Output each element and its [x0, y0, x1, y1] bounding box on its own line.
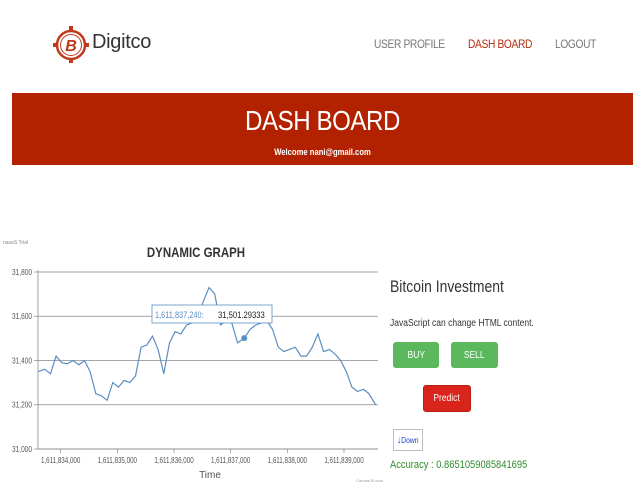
y-tick-label: 31,400: [12, 356, 32, 366]
brand-name[interactable]: Digitco: [92, 31, 151, 54]
nav-dash-board[interactable]: DASH BOARD: [468, 37, 532, 51]
highlight-point: [241, 335, 248, 342]
x-tick-label: 1,611,837,000: [211, 456, 250, 465]
y-tick-label: 31,800: [12, 267, 32, 277]
js-message: JavaScript can change HTML content.: [390, 318, 534, 329]
y-tick-label: 31,200: [12, 400, 32, 410]
predict-button[interactable]: Predict: [423, 385, 471, 412]
y-tick-label: 31,600: [12, 312, 32, 322]
x-axis-label: Time: [199, 470, 221, 481]
x-tick-label: 1,611,836,000: [154, 456, 193, 465]
chart-title: DYNAMIC GRAPH: [147, 244, 245, 260]
navbar: B Digitco USER PROFILE DASH BOARD LOGOUT: [0, 0, 633, 88]
investment-title: Bitcoin Investment: [390, 277, 504, 296]
chart-corner-label: nasaS Trial: [3, 240, 28, 246]
page-title: DASH BOARD: [245, 105, 400, 136]
tooltip-y-value: 31,501.29333: [218, 309, 265, 320]
digitco-logo-icon: B: [53, 26, 89, 63]
dashboard-banner: DASH BOARD Welcome nani@gmail.com: [12, 93, 633, 165]
x-tick-label: 1,611,838,000: [268, 456, 307, 465]
x-tick-label: 1,611,834,000: [41, 456, 80, 465]
nav-logout[interactable]: LOGOUT: [555, 37, 596, 51]
buy-label: BUY: [407, 349, 425, 361]
buy-button[interactable]: BUY: [393, 342, 439, 368]
x-tick-label: 1,611,835,000: [98, 456, 137, 465]
tooltip-x-value: 1,611,837,240:: [155, 310, 204, 320]
sell-label: SELL: [464, 349, 485, 361]
y-tick-label: 31,000: [12, 444, 32, 454]
dynamic-graph: nasaS Trial DYNAMIC GRAPH 31,000 31,200 31,4…: [0, 230, 385, 483]
welcome-text: Welcome nani@gmail.com: [274, 147, 371, 157]
line-chart[interactable]: nasaS Trial DYNAMIC GRAPH 31,000 31,200 31,4…: [0, 230, 385, 483]
x-tick-label: 1,611,839,000: [324, 456, 363, 465]
nav-user-profile[interactable]: USER PROFILE: [374, 37, 445, 51]
sell-button[interactable]: SELL: [451, 342, 498, 368]
accuracy-text: Accuracy : 0.8651059085841695: [390, 459, 528, 471]
direction-label: Down: [401, 435, 419, 445]
predict-label: Predict: [433, 393, 461, 404]
chart-tooltip: 1,611,837,240: 31,501.29333: [151, 304, 273, 324]
svg-text:B: B: [65, 38, 77, 55]
chart-credit: CanvasJS.com: [356, 478, 384, 482]
prediction-direction: ↓Down: [393, 429, 423, 451]
